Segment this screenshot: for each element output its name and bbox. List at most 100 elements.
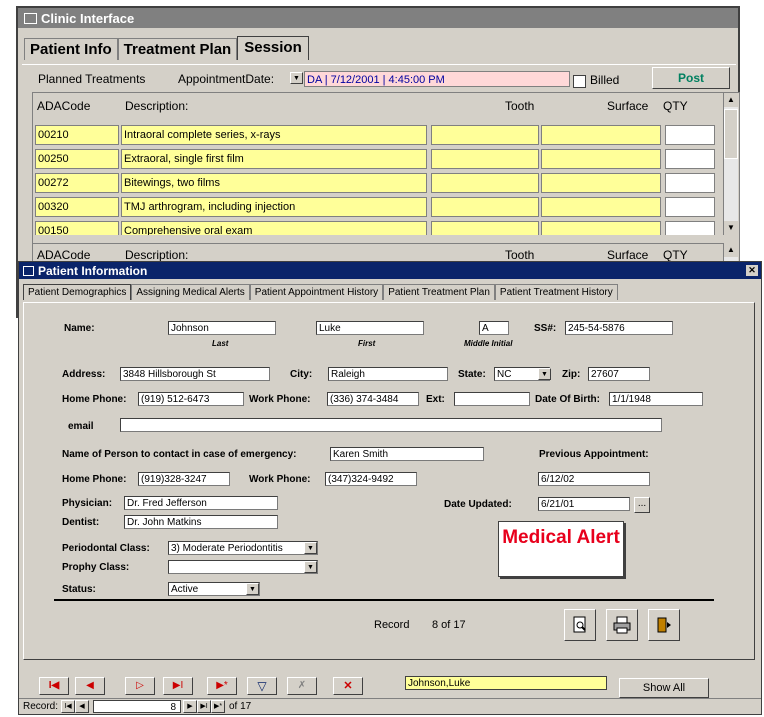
table-row[interactable]: 00150 Comprehensive oral exam — [33, 221, 723, 235]
dob-field[interactable]: 1/1/1948 — [609, 392, 703, 406]
date-picker-button[interactable]: ... — [634, 497, 650, 513]
periodontal-class-field[interactable]: 3) Moderate Periodontitis — [168, 541, 318, 555]
description-cell[interactable]: Comprehensive oral exam — [121, 221, 427, 235]
description-cell[interactable]: Bitewings, two films — [121, 173, 427, 193]
city-field[interactable]: Raleigh — [328, 367, 448, 381]
adacode-cell[interactable]: 00210 — [35, 125, 119, 145]
undo-button[interactable]: ✕ — [333, 677, 363, 695]
qty-cell[interactable] — [665, 173, 715, 193]
qty-cell[interactable] — [665, 149, 715, 169]
previous-record-button[interactable]: ◀ — [75, 677, 105, 695]
tab-patient-info[interactable]: Patient Info — [24, 38, 118, 60]
ssn-field[interactable]: 245-54-5876 — [565, 321, 673, 335]
previous-appointment-field[interactable]: 6/12/02 — [538, 472, 650, 486]
middle-initial-field[interactable]: A — [479, 321, 509, 335]
ext-field[interactable] — [454, 392, 530, 406]
prophy-dropdown-button[interactable]: ▼ — [304, 561, 317, 573]
description-cell[interactable]: TMJ arthrogram, including injection — [121, 197, 427, 217]
qty-cell[interactable] — [665, 125, 715, 145]
nav-next-button[interactable]: ▶ — [183, 700, 197, 713]
tooth-cell[interactable] — [431, 173, 539, 193]
dentist-field[interactable]: Dr. John Matkins — [124, 515, 278, 529]
tab-assigning-medical-alerts[interactable]: Assigning Medical Alerts — [131, 284, 250, 300]
email-field[interactable] — [120, 418, 662, 432]
filter-button[interactable]: ▽ — [247, 677, 277, 695]
nav-last-button[interactable]: ▶I — [197, 700, 211, 713]
tab-treatment-history[interactable]: Patient Treatment History — [494, 284, 618, 300]
nav-new-button[interactable]: ▶* — [211, 700, 225, 713]
adacode-cell[interactable]: 00272 — [35, 173, 119, 193]
nav-first-button[interactable]: I◀ — [61, 700, 75, 713]
table-row[interactable]: 00210 Intraoral complete series, x-rays — [33, 125, 723, 145]
goto-record-button[interactable]: ▷ — [125, 677, 155, 695]
qty-cell[interactable] — [665, 197, 715, 217]
description-cell[interactable]: Intraoral complete series, x-rays — [121, 125, 427, 145]
first-record-button[interactable]: I◀ — [39, 677, 69, 695]
date-updated-field[interactable]: 6/21/01 — [538, 497, 630, 511]
grid-scrollbar-2[interactable]: ▲ — [723, 243, 738, 263]
first-name-field[interactable]: Luke — [316, 321, 424, 335]
prophy-class-field[interactable] — [168, 560, 318, 574]
print-button[interactable] — [606, 609, 638, 641]
appointment-date-field[interactable]: DA | 7/12/2001 | 4:45:00 PM — [304, 71, 570, 87]
record-value: 8 of 17 — [432, 619, 466, 631]
delete-record-button[interactable]: ✗ — [287, 677, 317, 695]
close-icon[interactable]: ✕ — [746, 265, 758, 276]
tab-session[interactable]: Session — [237, 36, 309, 60]
em-work-phone-field[interactable]: (347)324-9492 — [325, 472, 417, 486]
surface-cell[interactable] — [541, 221, 661, 235]
zip-field[interactable]: 27607 — [588, 367, 650, 381]
surface-cell[interactable] — [541, 125, 661, 145]
state-dropdown-button[interactable]: ▼ — [538, 368, 551, 380]
tab-treatment-plan[interactable]: Treatment Plan — [117, 38, 238, 60]
surface-cell[interactable] — [541, 173, 661, 193]
tab-treatment-plan[interactable]: Patient Treatment Plan — [383, 284, 495, 300]
post-button[interactable]: Post — [652, 67, 730, 89]
tooth-cell[interactable] — [431, 125, 539, 145]
emergency-name-field[interactable]: Karen Smith — [330, 447, 484, 461]
grid-scrollbar[interactable]: ▲ ▼ — [723, 93, 738, 235]
home-phone-field[interactable]: (919) 512-6473 — [138, 392, 244, 406]
adacode-cell[interactable]: 00320 — [35, 197, 119, 217]
billed-checkbox[interactable] — [573, 75, 586, 88]
surface-cell[interactable] — [541, 149, 661, 169]
scroll-thumb[interactable] — [724, 109, 738, 159]
medical-alert-box[interactable]: Medical Alert — [498, 521, 624, 577]
nav-prev-button[interactable]: ◀ — [75, 700, 89, 713]
appointment-dropdown-button[interactable]: ▼ — [290, 72, 303, 84]
patient-search-field[interactable]: Johnson,Luke — [405, 676, 607, 690]
header-adacode: ADACode — [37, 99, 91, 113]
em-home-phone-field[interactable]: (919)328-3247 — [138, 472, 230, 486]
surface-cell[interactable] — [541, 197, 661, 217]
scroll-up-icon[interactable]: ▲ — [724, 93, 738, 107]
scroll-down-icon[interactable]: ▼ — [724, 221, 738, 235]
status-dropdown-button[interactable]: ▼ — [246, 583, 259, 595]
nav-record-number[interactable]: 8 — [93, 700, 181, 713]
periodontal-dropdown-button[interactable]: ▼ — [304, 542, 317, 554]
tooth-cell[interactable] — [431, 221, 539, 235]
address-field[interactable]: 3848 Hillsborough St — [120, 367, 270, 381]
header-description: Description: — [125, 99, 189, 113]
work-phone-field[interactable]: (336) 374-3484 — [327, 392, 419, 406]
adacode-cell[interactable]: 00150 — [35, 221, 119, 235]
new-record-button[interactable]: ▶* — [207, 677, 237, 695]
tooth-cell[interactable] — [431, 149, 539, 169]
tab-patient-demographics[interactable]: Patient Demographics — [23, 284, 132, 300]
physician-field[interactable]: Dr. Fred Jefferson — [124, 496, 278, 510]
tooth-cell[interactable] — [431, 197, 539, 217]
table-row[interactable]: 00250 Extraoral, single first film — [33, 149, 723, 169]
next-record-button[interactable]: ▶I — [163, 677, 193, 695]
table-row[interactable]: 00320 TMJ arthrogram, including injectio… — [33, 197, 723, 217]
header-adacode: ADACode — [37, 248, 91, 262]
adacode-cell[interactable]: 00250 — [35, 149, 119, 169]
description-cell[interactable]: Extraoral, single first film — [121, 149, 427, 169]
show-all-button[interactable]: Show All — [619, 678, 709, 698]
table-row[interactable]: 00272 Bitewings, two films — [33, 173, 723, 193]
last-name-field[interactable]: Johnson — [168, 321, 276, 335]
exit-button[interactable] — [648, 609, 680, 641]
qty-cell[interactable] — [665, 221, 715, 235]
tab-appointment-history[interactable]: Patient Appointment History — [249, 284, 384, 300]
print-preview-button[interactable] — [564, 609, 596, 641]
scroll-up-icon[interactable]: ▲ — [724, 243, 738, 257]
ext-label: Ext: — [426, 394, 445, 405]
